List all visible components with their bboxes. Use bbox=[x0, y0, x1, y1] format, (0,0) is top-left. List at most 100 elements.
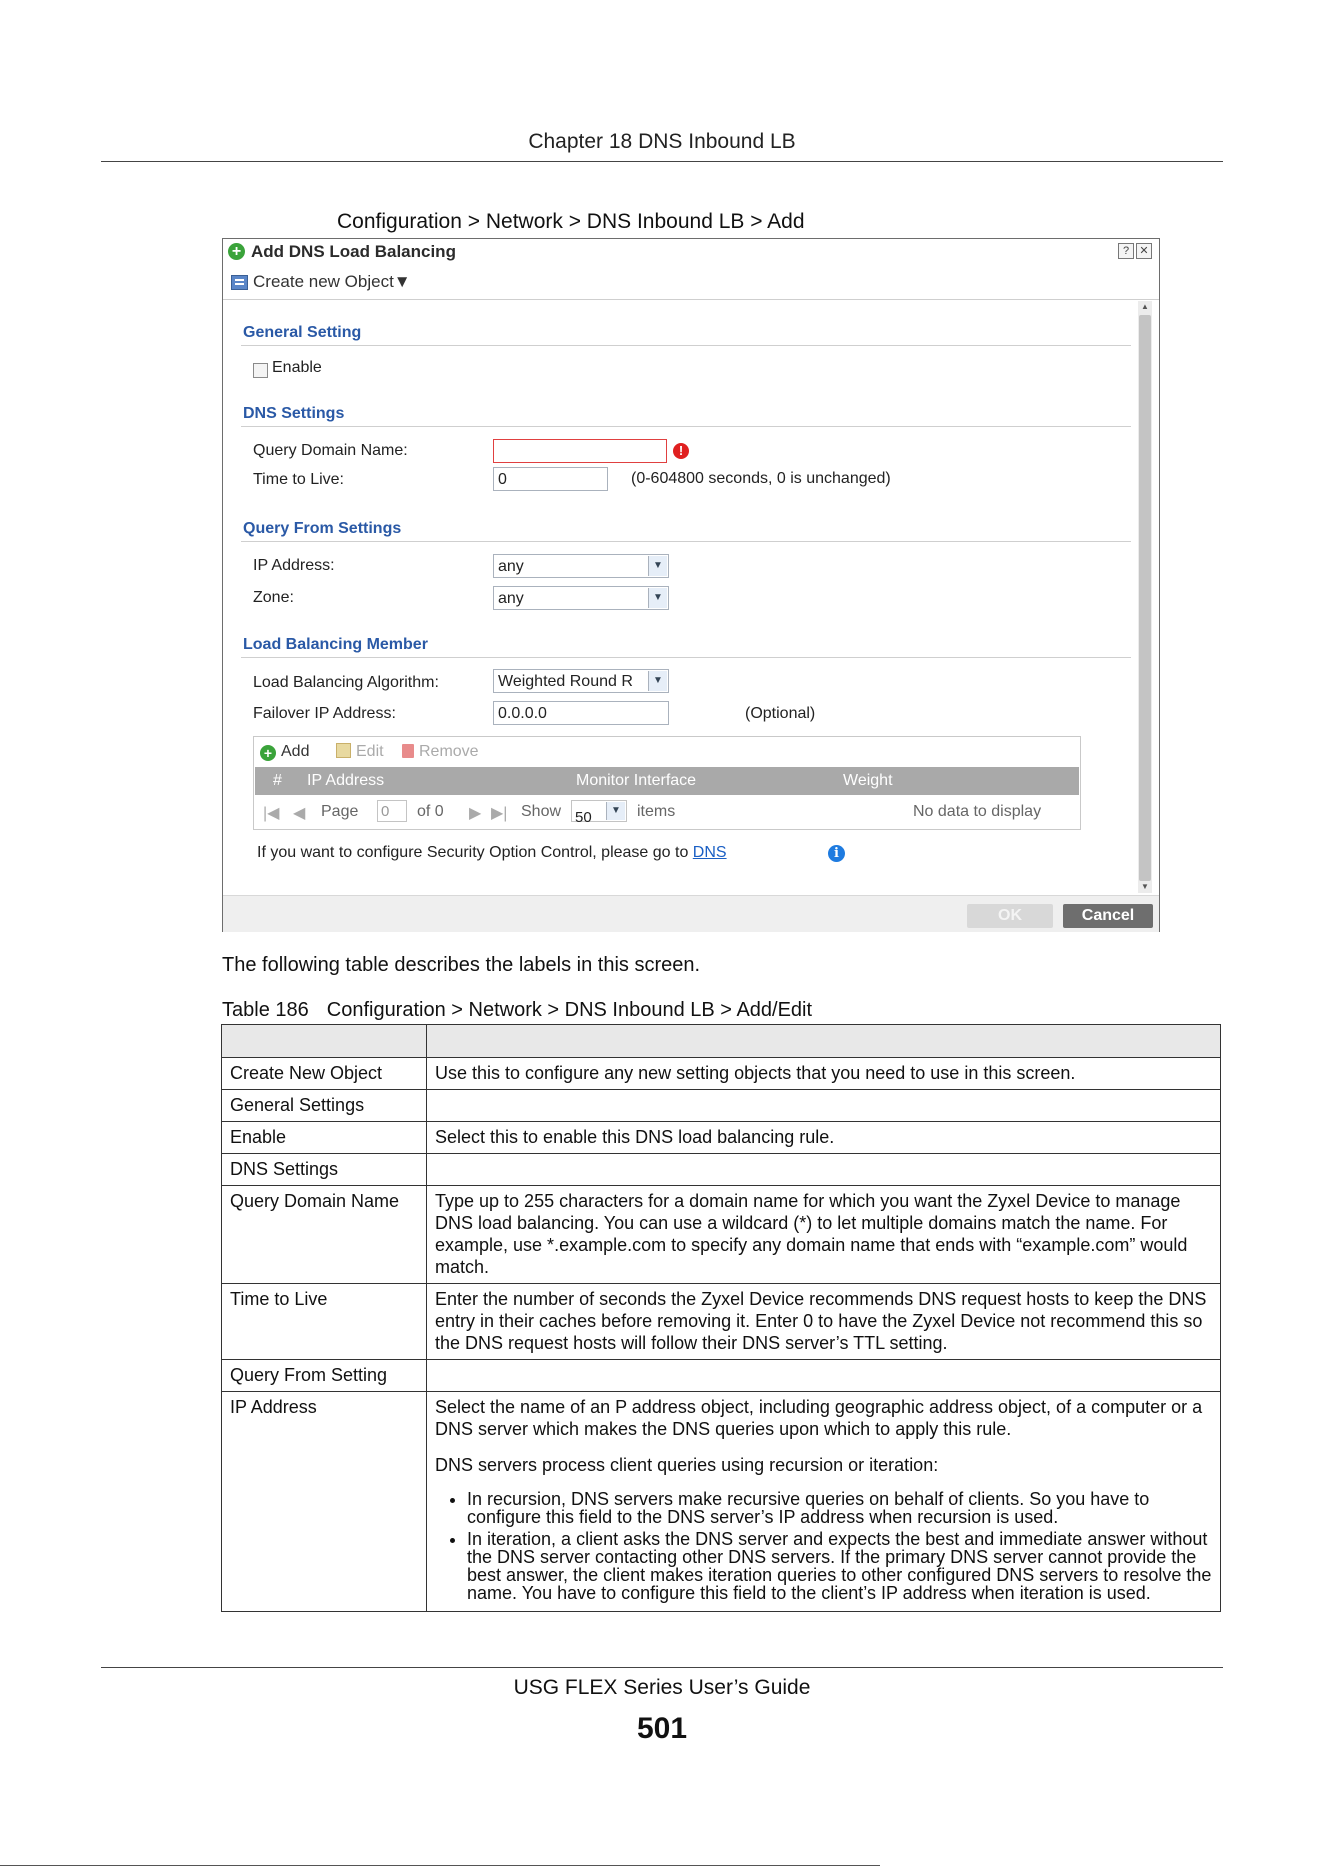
scroll-thumb[interactable] bbox=[1139, 315, 1151, 881]
row-label: Query From Setting bbox=[221, 1359, 427, 1392]
security-note: If you want to configure Security Option… bbox=[257, 844, 727, 862]
enable-checkbox[interactable] bbox=[253, 363, 268, 378]
page-label: Page bbox=[321, 803, 359, 820]
vertical-scrollbar[interactable]: ▲ ▼ bbox=[1138, 301, 1152, 893]
section-divider bbox=[241, 345, 1131, 346]
edit-member-button[interactable]: Edit bbox=[336, 743, 384, 761]
row-paragraph: DNS servers process client queries using… bbox=[435, 1455, 939, 1475]
row-label: IP Address bbox=[221, 1391, 427, 1612]
table-row: Query From Setting bbox=[221, 1359, 1221, 1392]
enable-label: Enable bbox=[272, 359, 322, 376]
col-monitor-interface[interactable]: Monitor Interface bbox=[576, 772, 696, 790]
page-input[interactable]: 0 bbox=[377, 800, 407, 822]
table-row: DNS Settings bbox=[221, 1153, 1221, 1186]
row-description bbox=[426, 1153, 1221, 1186]
section-divider bbox=[241, 657, 1131, 658]
bullet-item: In iteration, a client asks the DNS serv… bbox=[467, 1530, 1212, 1602]
failover-ip-input[interactable]: 0.0.0.0 bbox=[493, 701, 669, 725]
table-row: Create New Object Use this to configure … bbox=[221, 1057, 1221, 1090]
zone-select[interactable]: any ▼ bbox=[493, 586, 669, 610]
page-number: 501 bbox=[636, 1712, 688, 1745]
zone-value: any bbox=[498, 590, 524, 607]
add-icon: + bbox=[260, 745, 276, 761]
general-setting-heading: General Setting bbox=[243, 324, 362, 341]
pager: |◀ ◀ Page 0 of 0 ▶ ▶| Show 50 ▼ items No… bbox=[255, 797, 1079, 827]
close-button[interactable]: ✕ bbox=[1136, 243, 1152, 259]
dns-settings-heading: DNS Settings bbox=[243, 405, 345, 422]
ip-address-label: IP Address: bbox=[253, 557, 335, 574]
ok-button[interactable]: OK bbox=[967, 904, 1053, 928]
chevron-down-icon: ▼ bbox=[606, 802, 625, 820]
row-description: Type up to 255 characters for a domain n… bbox=[426, 1185, 1221, 1284]
table-row: General Settings bbox=[221, 1089, 1221, 1122]
row-description-cell: Select the name of an P address object, … bbox=[426, 1391, 1221, 1612]
help-button[interactable]: ? bbox=[1118, 243, 1134, 259]
row-label: Time to Live bbox=[221, 1283, 427, 1360]
page-size-select[interactable]: 50 ▼ bbox=[571, 800, 627, 826]
scroll-down-icon[interactable]: ▼ bbox=[1138, 881, 1152, 893]
error-icon: ! bbox=[673, 443, 689, 459]
chevron-down-icon: ▼ bbox=[648, 556, 667, 576]
dialog-titlebar: + Add DNS Load Balancing ? ✕ bbox=[223, 239, 1159, 265]
row-description: Select the name of an P address object, … bbox=[435, 1397, 1203, 1439]
table-row: Time to Live Enter the number of seconds… bbox=[221, 1283, 1221, 1360]
row-label: General Settings bbox=[221, 1089, 427, 1122]
show-label: Show bbox=[521, 803, 562, 820]
remove-label: Remove bbox=[419, 743, 479, 760]
row-label: Query Domain Name bbox=[221, 1185, 427, 1284]
row-description bbox=[426, 1359, 1221, 1392]
object-icon bbox=[231, 275, 248, 290]
row-description: Select this to enable this DNS load bala… bbox=[426, 1121, 1221, 1154]
dialog-footer: OK Cancel bbox=[223, 895, 1159, 932]
last-page-icon[interactable]: ▶| bbox=[491, 803, 507, 823]
table-caption-number: Table 186 bbox=[222, 999, 309, 1021]
add-dns-lb-dialog: + Add DNS Load Balancing ? ✕ Create new … bbox=[222, 238, 1160, 932]
ip-address-select[interactable]: any ▼ bbox=[493, 554, 669, 578]
failover-hint: (Optional) bbox=[745, 705, 816, 722]
chevron-down-icon: ▼ bbox=[648, 588, 667, 608]
bullet-item: In recursion, DNS servers make recursive… bbox=[467, 1490, 1212, 1526]
row-description: Enter the number of seconds the Zyxel De… bbox=[426, 1283, 1221, 1360]
edit-label: Edit bbox=[356, 743, 384, 760]
create-new-object-menu[interactable]: Create new Object▼ bbox=[253, 272, 411, 292]
query-domain-input[interactable] bbox=[493, 439, 667, 463]
table-caption-text: Configuration > Network > DNS Inbound LB… bbox=[326, 999, 813, 1021]
section-divider bbox=[241, 541, 1131, 542]
query-from-heading: Query From Settings bbox=[243, 520, 402, 537]
items-label: items bbox=[637, 803, 676, 820]
zone-label: Zone: bbox=[253, 589, 294, 606]
info-icon[interactable]: i bbox=[828, 845, 845, 862]
col-index[interactable]: # bbox=[273, 772, 282, 790]
note-text: If you want to configure Security Option… bbox=[257, 844, 693, 861]
dns-link[interactable]: DNS bbox=[693, 844, 727, 861]
chevron-down-icon: ▼ bbox=[648, 671, 667, 691]
ttl-label: Time to Live: bbox=[253, 471, 344, 488]
col-weight[interactable]: Weight bbox=[843, 772, 893, 790]
member-table: + Add Edit Remove # IP Address Monitor In… bbox=[253, 736, 1081, 830]
table-row: IP Address Select the name of an P addre… bbox=[221, 1391, 1221, 1612]
cancel-button[interactable]: Cancel bbox=[1063, 904, 1153, 928]
scroll-up-icon[interactable]: ▲ bbox=[1138, 301, 1152, 313]
algorithm-select[interactable]: Weighted Round R ▼ bbox=[493, 669, 669, 693]
table-header-row bbox=[221, 1024, 1221, 1058]
row-label: Create New Object bbox=[221, 1057, 427, 1090]
add-member-button[interactable]: + Add bbox=[260, 743, 309, 761]
edit-icon bbox=[336, 743, 351, 758]
failover-label: Failover IP Address: bbox=[253, 705, 396, 722]
lb-member-heading: Load Balancing Member bbox=[243, 636, 428, 653]
prev-page-icon[interactable]: ◀ bbox=[293, 803, 305, 823]
ttl-input[interactable]: 0 bbox=[493, 467, 608, 491]
trash-icon bbox=[402, 744, 414, 758]
next-page-icon[interactable]: ▶ bbox=[469, 803, 481, 823]
header-label-cell bbox=[221, 1024, 427, 1058]
empty-text: No data to display bbox=[913, 803, 1042, 820]
figure-caption: Configuration > Network > DNS Inbound LB… bbox=[337, 210, 805, 233]
col-ip-address[interactable]: IP Address bbox=[307, 772, 384, 790]
ip-address-value: any bbox=[498, 558, 524, 575]
dialog-title: Add DNS Load Balancing bbox=[251, 242, 456, 261]
guide-title: USG FLEX Series User’s Guide bbox=[513, 1676, 811, 1699]
page-of-label: of 0 bbox=[417, 803, 444, 820]
remove-member-button[interactable]: Remove bbox=[402, 743, 479, 761]
row-label: DNS Settings bbox=[221, 1153, 427, 1186]
first-page-icon[interactable]: |◀ bbox=[263, 803, 279, 823]
